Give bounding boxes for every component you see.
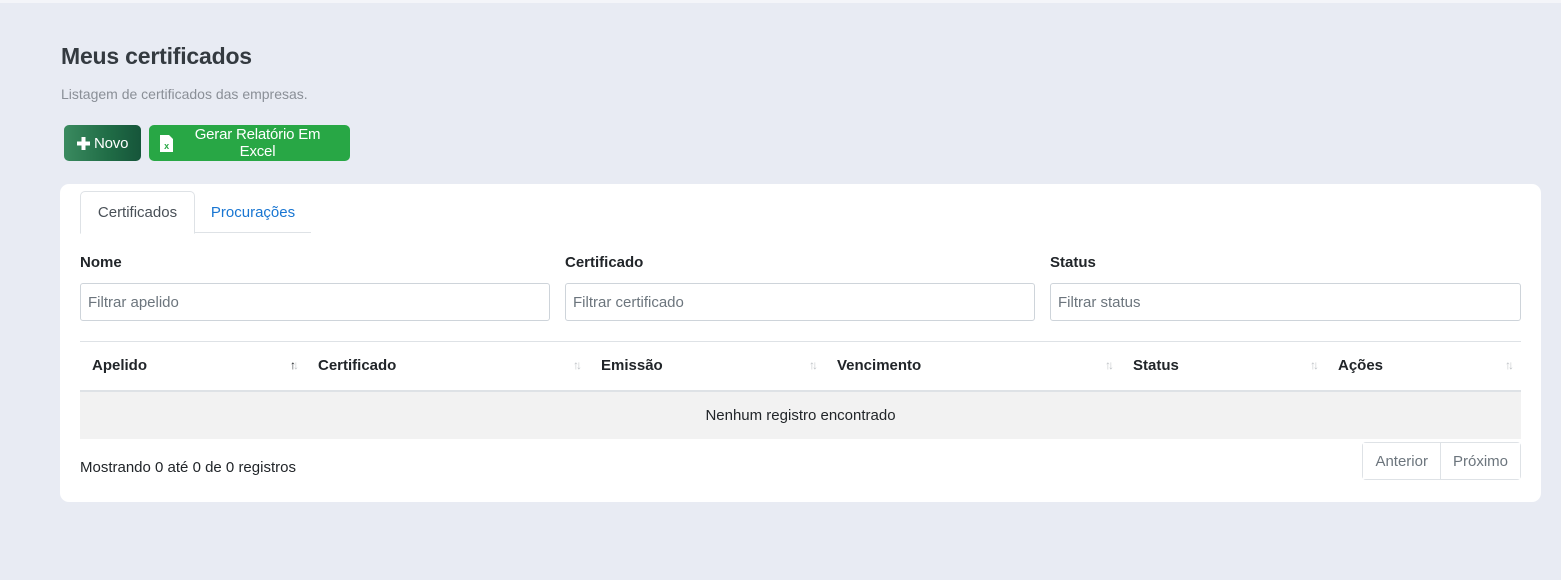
- plus-icon: [76, 136, 91, 151]
- novo-label: Novo: [94, 134, 129, 152]
- toolbar: Novo x Gerar Relatório Em Excel: [64, 125, 350, 161]
- novo-button[interactable]: Novo: [64, 125, 141, 161]
- svg-text:x: x: [164, 141, 169, 151]
- tabs: Certificados Procurações: [80, 191, 311, 234]
- filters: Nome Certificado Status: [80, 254, 1521, 321]
- filter-certificado: Certificado: [565, 254, 1035, 321]
- certificates-card: Certificados Procurações Nome Certificad…: [60, 184, 1541, 502]
- filter-nome: Nome: [80, 254, 550, 321]
- column-header-acoes[interactable]: Ações ↑↓: [1326, 342, 1521, 391]
- page-title: Meus certificados: [61, 43, 252, 69]
- filter-status-label: Status: [1050, 254, 1096, 271]
- excel-file-icon: x: [160, 134, 173, 152]
- sort-asc-icon: ↑↓: [290, 358, 299, 372]
- next-page-button[interactable]: Próximo: [1439, 443, 1520, 479]
- tab-certificados[interactable]: Certificados: [80, 191, 195, 234]
- sort-icon: ↑↓: [1105, 358, 1114, 372]
- filter-certificado-label: Certificado: [565, 254, 644, 271]
- table-row: Nenhum registro encontrado: [80, 390, 1521, 439]
- sort-icon: ↑↓: [573, 358, 582, 372]
- page-header: Meus certificados Listagem de certificad…: [61, 43, 308, 102]
- tab-procuracoes[interactable]: Procurações: [195, 191, 311, 233]
- filter-certificado-input[interactable]: [565, 283, 1035, 321]
- previous-page-button[interactable]: Anterior: [1363, 443, 1440, 479]
- sort-icon: ↑↓: [1310, 358, 1319, 372]
- sort-icon: ↑↓: [1505, 358, 1514, 372]
- column-header-apelido[interactable]: Apelido ↑↓: [80, 342, 306, 391]
- filter-nome-input[interactable]: [80, 283, 550, 321]
- certificates-table: Apelido ↑↓ Certificado ↑↓ Emissão ↑↓ Ven…: [80, 341, 1521, 439]
- page-subtitle: Listagem de certificados das empresas.: [61, 86, 308, 102]
- excel-label: Gerar Relatório Em Excel: [194, 126, 321, 160]
- column-header-status[interactable]: Status ↑↓: [1121, 342, 1326, 391]
- filter-status-input[interactable]: [1050, 283, 1521, 321]
- sort-icon: ↑↓: [809, 358, 818, 372]
- filter-nome-label: Nome: [80, 254, 122, 271]
- column-header-emissao[interactable]: Emissão ↑↓: [589, 342, 825, 391]
- pagination: Anterior Próximo: [1362, 442, 1521, 480]
- table-header-row: Apelido ↑↓ Certificado ↑↓ Emissão ↑↓ Ven…: [80, 341, 1521, 391]
- column-header-certificado[interactable]: Certificado ↑↓: [306, 342, 589, 391]
- certificates-table-wrap: Apelido ↑↓ Certificado ↑↓ Emissão ↑↓ Ven…: [80, 341, 1521, 439]
- filter-status: Status: [1050, 254, 1521, 321]
- column-header-vencimento[interactable]: Vencimento ↑↓: [825, 342, 1121, 391]
- empty-message: Nenhum registro encontrado: [80, 390, 1521, 439]
- gerar-relatorio-excel-button[interactable]: x Gerar Relatório Em Excel: [149, 125, 350, 161]
- records-info: Mostrando 0 até 0 de 0 registros: [80, 459, 296, 476]
